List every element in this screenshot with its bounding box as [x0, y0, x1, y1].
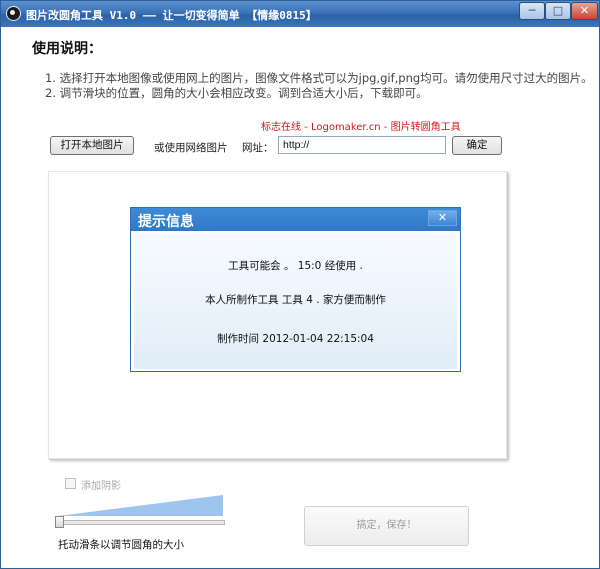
dialog-close-button[interactable]: ✕	[428, 210, 457, 226]
url-label: 网址：	[242, 142, 274, 154]
app-window: 图片改圆角工具 V1.0 —— 让一切变得简单 【情缘0815】 ─ □ ✕ 使…	[0, 0, 600, 569]
slider-caption: 托动滑条以调节圆角的大小	[58, 539, 184, 551]
window-title: 图片改圆角工具 V1.0 —— 让一切变得简单 【情缘0815】	[26, 9, 317, 22]
instruction-line-2: 2. 调节滑块的位置，圆角的大小会相应改变。调到合适大小后，下载即可。	[45, 86, 428, 100]
dialog-header[interactable]: 提示信息 ✕	[131, 208, 460, 231]
instruction-line-1: 1. 选择打开本地图像或使用网上的图片，图像文件格式可以为jpg,gif,png…	[45, 71, 593, 85]
close-button[interactable]: ✕	[571, 2, 598, 20]
minimize-button[interactable]: ─	[519, 2, 545, 20]
dialog-created-time: 制作时间 2012-01-04 22:15:04	[217, 333, 374, 345]
url-input[interactable]: http://	[278, 136, 446, 154]
shadow-checkbox[interactable]	[65, 478, 76, 489]
promo-link[interactable]: 标志在线 - Logomaker.cn - 图片转圆角工具	[261, 118, 461, 133]
dialog-body: 工具可能会 。 15:0 经使用 . 本人所制作工具 工具 4 . 家方便而制作…	[134, 233, 457, 369]
title-bar[interactable]: 图片改圆角工具 V1.0 —— 让一切变得简单 【情缘0815】 ─ □ ✕	[1, 1, 599, 27]
radius-wedge-indicator	[58, 495, 223, 516]
open-local-image-button[interactable]: 打开本地图片	[50, 136, 134, 155]
dialog-message-2: 本人所制作工具 工具 4 . 家方便而制作	[205, 294, 386, 306]
web-image-label: 或使用网络图片	[154, 142, 228, 154]
app-icon	[6, 6, 21, 21]
maximize-button[interactable]: □	[545, 2, 571, 20]
info-dialog: 提示信息 ✕ 工具可能会 。 15:0 经使用 . 本人所制作工具 工具 4 .…	[130, 207, 461, 372]
radius-slider-track[interactable]	[57, 520, 225, 525]
radius-slider-thumb[interactable]	[55, 516, 64, 528]
dialog-title: 提示信息	[138, 214, 194, 230]
shadow-checkbox-label[interactable]: 添加阴影	[81, 477, 121, 492]
dialog-message-1: 工具可能会 。 15:0 经使用 .	[228, 260, 363, 272]
save-button[interactable]: 搞定，保存！	[304, 506, 469, 546]
confirm-button[interactable]: 确定	[452, 136, 502, 155]
usage-heading: 使用说明：	[32, 41, 102, 57]
